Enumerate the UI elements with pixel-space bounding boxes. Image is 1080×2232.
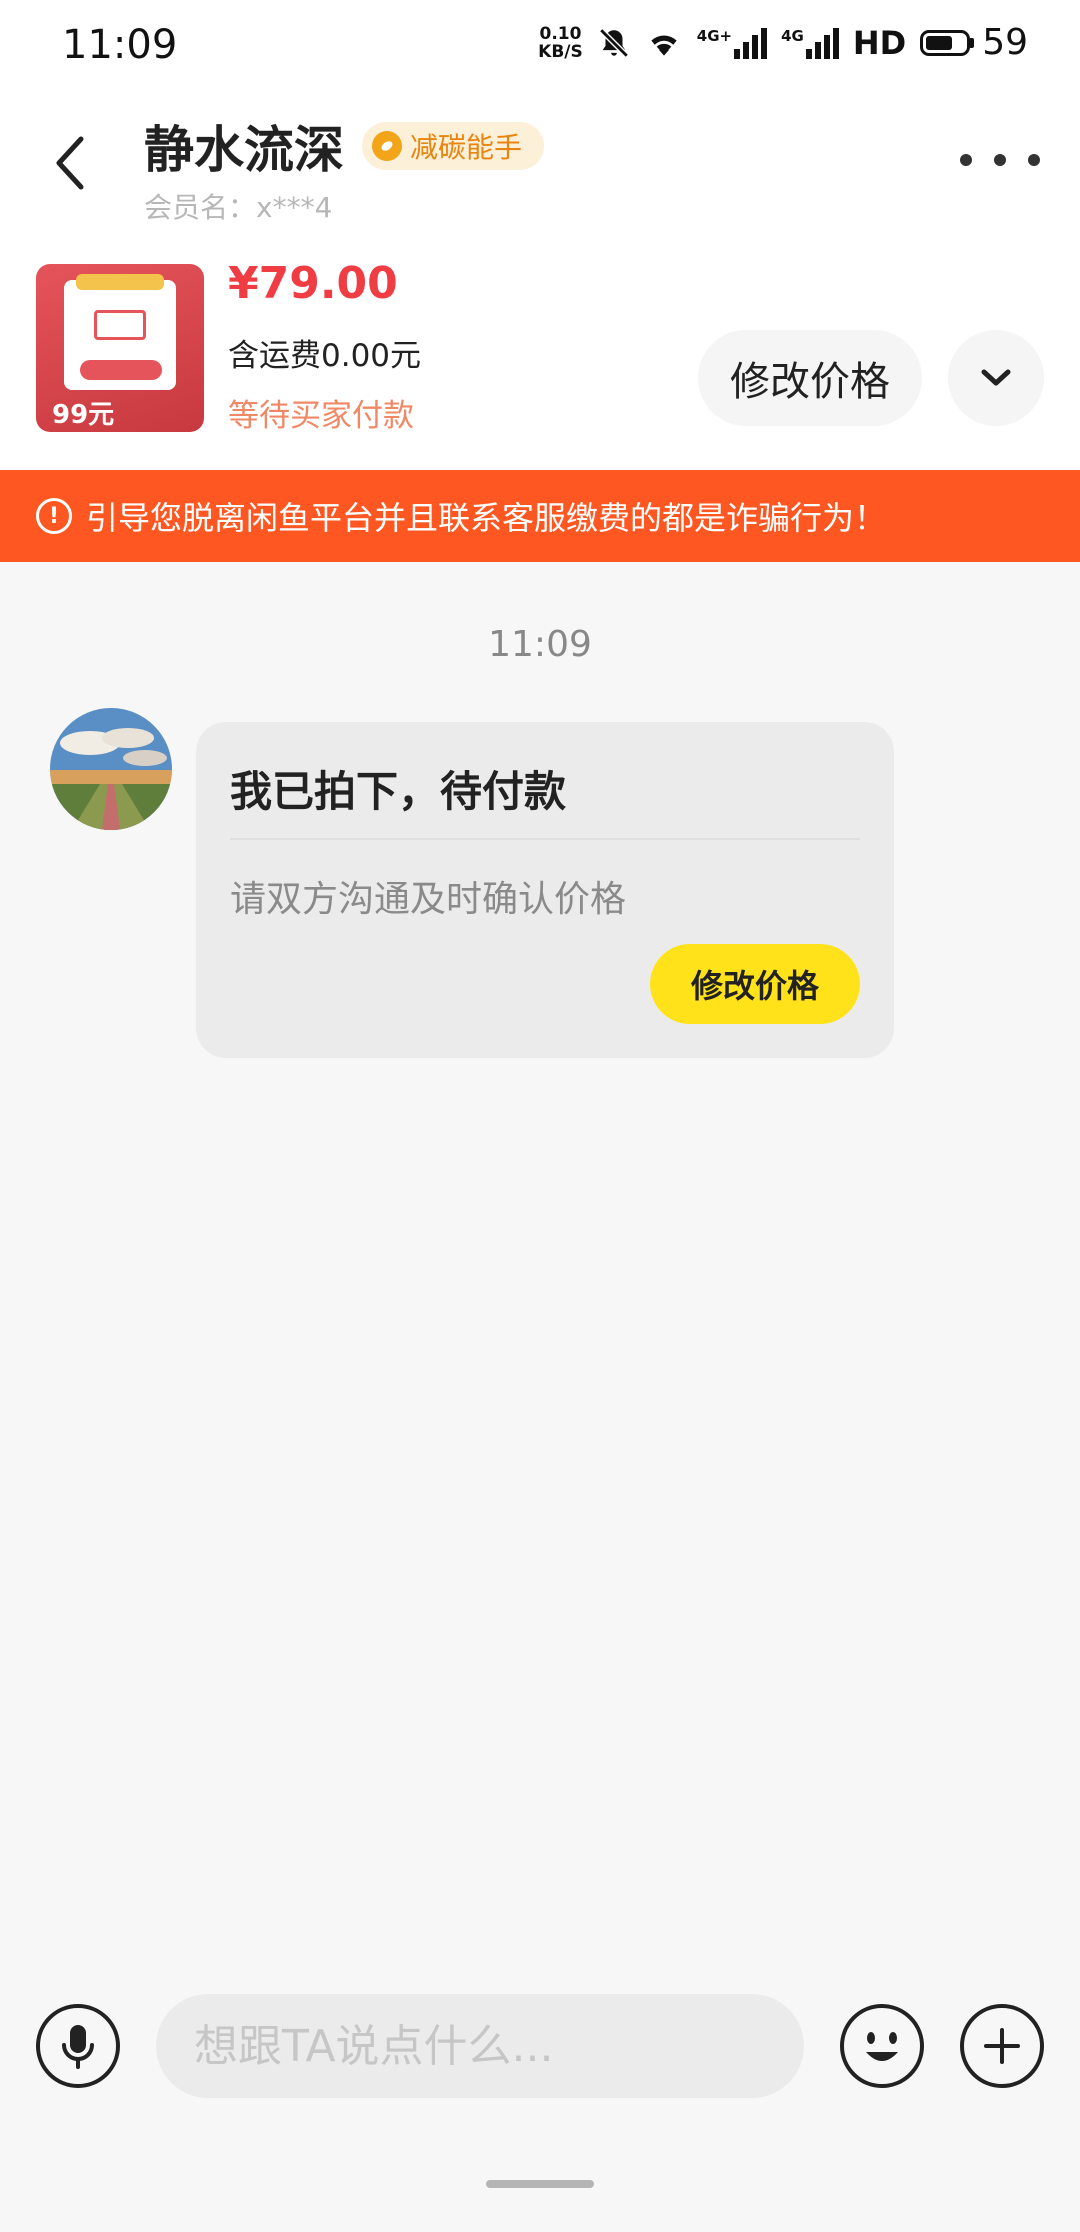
warning-text: 引导您脱离闲鱼平台并且联系客服缴费的都是诈骗行为！	[86, 499, 887, 537]
badge-label: 减碳能手	[410, 131, 523, 164]
more-dot-icon	[960, 154, 972, 166]
message-subtitle: 请双方沟通及时确认价格	[230, 879, 627, 920]
carbon-badge[interactable]: 减碳能手	[362, 122, 545, 170]
hd-label: HD	[852, 23, 907, 62]
mute-icon	[599, 27, 629, 58]
signal-1-label: 4G+	[696, 26, 733, 45]
order-message-card: 我已拍下，待付款 请双方沟通及时确认价格 修改价格	[196, 722, 894, 1058]
more-button[interactable]	[960, 140, 1040, 180]
battery-level: 59	[982, 22, 1028, 63]
back-arrow-icon	[56, 136, 84, 190]
status-time: 11:09	[62, 22, 178, 68]
emoji-button[interactable]	[840, 2004, 924, 2088]
status-icons: 0.10 KB/S 4G+ 4G HD 59	[538, 22, 1028, 63]
thumb-price-text: 99元	[52, 400, 115, 430]
microphone-icon	[62, 2025, 94, 2069]
message-modify-price-button[interactable]: 修改价格	[650, 944, 860, 1024]
member-name: 会员名：x***4	[144, 191, 333, 224]
leaf-icon	[372, 131, 402, 161]
smiley-icon	[866, 2032, 898, 2061]
order-status: 等待买家付款	[228, 398, 414, 434]
message-title: 我已拍下，待付款	[230, 767, 567, 816]
plus-icon	[984, 2028, 1020, 2064]
back-button[interactable]	[40, 128, 100, 198]
chevron-down-icon	[981, 369, 1011, 386]
avatar[interactable]	[50, 708, 172, 830]
divider	[230, 838, 860, 840]
fraud-warning-banner: ! 引导您脱离闲鱼平台并且联系客服缴费的都是诈骗行为！	[0, 470, 1080, 562]
add-button[interactable]	[960, 2004, 1044, 2088]
net-speed: 0.10 KB/S	[538, 25, 583, 61]
expand-button[interactable]	[948, 330, 1044, 426]
alert-icon: !	[36, 498, 72, 534]
more-dot-icon	[1028, 154, 1040, 166]
chat-timestamp: 11:09	[488, 624, 592, 665]
wifi-icon	[651, 34, 677, 56]
signal-2-label: 4G	[781, 26, 804, 45]
message-input[interactable]	[156, 1994, 804, 2098]
modify-price-button[interactable]: 修改价格	[698, 330, 922, 426]
signal-icon	[805, 27, 839, 59]
signal-icon	[734, 27, 768, 59]
product-price: ¥79.00	[228, 258, 398, 309]
net-speed-unit: KB/S	[538, 41, 583, 62]
net-speed-value: 0.10	[539, 23, 582, 44]
battery-icon: 59	[920, 22, 1028, 63]
peer-name[interactable]: 静水流深	[144, 110, 344, 182]
product-thumbnail[interactable]: 99元	[36, 264, 204, 432]
more-dot-icon	[994, 154, 1006, 166]
voice-button[interactable]	[36, 2004, 120, 2088]
shipping-fee: 含运费0.00元	[228, 338, 422, 374]
home-indicator[interactable]	[486, 2180, 594, 2188]
